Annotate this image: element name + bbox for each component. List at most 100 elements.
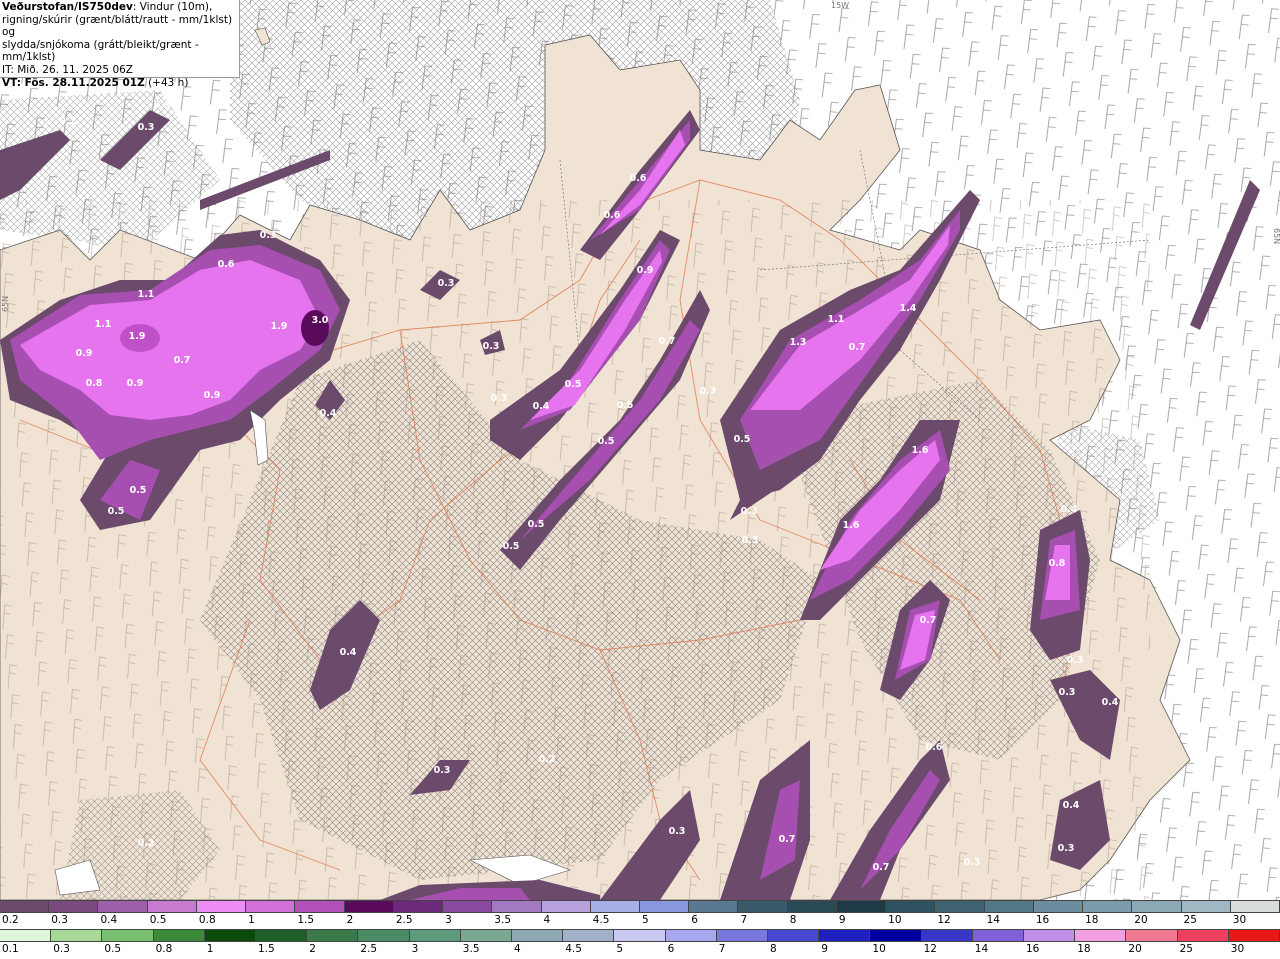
precip-value-label: 0.3 xyxy=(700,386,717,397)
scale-tick-label: 1.5 xyxy=(258,943,275,955)
scale-tick-label: 9 xyxy=(821,943,828,955)
precip-value-label: 0.3 xyxy=(260,230,277,241)
scale-swatch xyxy=(1075,930,1127,941)
scale-tick-label: 12 xyxy=(937,914,951,926)
scale-tick-label: 0.5 xyxy=(149,914,167,926)
precip-value-label: 0.4 xyxy=(1063,800,1080,811)
scale-tick-label: 1 xyxy=(248,914,255,926)
precip-value-label: 0.3 xyxy=(138,122,155,133)
scale-tick-label: 16 xyxy=(1026,943,1040,955)
scale-tick-label: 30 xyxy=(1230,943,1245,955)
precip-value-label: 1.9 xyxy=(129,331,146,342)
snow-scale-bar xyxy=(0,900,1280,913)
scale-tick-label: 12 xyxy=(923,943,937,955)
scale-swatch xyxy=(935,901,985,912)
scale-tick-label: 7 xyxy=(718,943,726,955)
scale-swatch xyxy=(984,901,1034,912)
scale-tick-label: 9 xyxy=(838,914,846,926)
scale-swatch xyxy=(614,930,666,941)
scale-tick-label: 14 xyxy=(974,943,989,955)
precip-value-label: 0.6 xyxy=(218,259,235,270)
precip-value-label: 0.7 xyxy=(920,615,937,626)
precip-value-label: 0.6 xyxy=(926,742,943,753)
precip-value-label: 0.3 xyxy=(1058,843,1075,854)
scale-swatch xyxy=(640,901,690,912)
scale-tick-label: 6 xyxy=(667,943,675,955)
precip-value-label: 0.8 xyxy=(86,378,103,389)
scale-tick-label: 0.3 xyxy=(51,914,68,926)
scale-tick-label: 10 xyxy=(872,943,886,955)
scale-tick-label: 0.8 xyxy=(155,943,173,955)
scale-tick-label: 0.5 xyxy=(104,943,122,955)
scale-swatch xyxy=(51,930,103,941)
scale-swatch xyxy=(1033,901,1084,912)
precip-value-label: 0.3 xyxy=(741,506,758,517)
scale-swatch xyxy=(98,901,148,912)
coord-label-left: 65N xyxy=(1,296,10,312)
precip-value-label: 0.4 xyxy=(533,401,550,412)
rain-scale-bar xyxy=(0,929,1280,942)
scale-tick-label: 4.5 xyxy=(565,943,582,955)
precip-value-label: 0.4 xyxy=(1102,697,1119,708)
scale-tick-label: 2.5 xyxy=(395,914,413,926)
precip-value-label: 0.8 xyxy=(1049,558,1066,569)
precip-value-label: 0.9 xyxy=(204,390,221,401)
precip-value-label: 0.3 xyxy=(1067,655,1084,666)
scale-swatch xyxy=(1024,930,1076,941)
precip-value-label: 3.0 xyxy=(312,315,329,326)
precip-value-label: 0.2 xyxy=(138,838,155,849)
snow-color-scale: 0.2 0.3 0.4 0.5 0.8 1 1.5 2 2.5 3 3.5 4 4.5 5 6 7 8 9 10 12… xyxy=(0,900,1280,930)
scale-swatch xyxy=(409,930,461,941)
scale-tick-label: 6 xyxy=(691,914,698,926)
scale-swatch xyxy=(1228,930,1280,941)
scale-tick-label: 16 xyxy=(1035,914,1050,926)
precip-value-label: 0.3 xyxy=(434,765,451,776)
precip-value-label: 0.2 xyxy=(60,116,77,127)
scale-tick-label: 0.4 xyxy=(100,914,118,926)
source-title: Veðurstofan/IS750dev xyxy=(2,1,133,13)
scale-swatch xyxy=(153,930,205,941)
precip-value-label: 0.5 xyxy=(734,434,751,445)
title-line1: : Vindur (10m), xyxy=(132,1,213,13)
scale-swatch xyxy=(0,930,52,941)
precip-value-label: 0.4 xyxy=(1061,504,1078,515)
scale-tick-label: 8 xyxy=(770,943,777,955)
issued-time: IT: Mið. 26. 11. 2025 06Z xyxy=(2,63,133,76)
scale-swatch xyxy=(147,901,197,912)
title-line3: slydda/snjókoma (grátt/bleikt/grænt - mm… xyxy=(2,38,199,64)
scale-tick-label: 1 xyxy=(206,943,214,955)
scale-tick-label: 0.1 xyxy=(2,943,19,955)
scale-tick-label: 5 xyxy=(642,914,649,926)
scale-swatch xyxy=(344,901,394,912)
precip-value-label: 0.7 xyxy=(174,355,191,366)
scale-tick-label: 7 xyxy=(740,914,748,926)
scale-tick-label: 10 xyxy=(888,914,902,926)
scale-tick-label: 1.5 xyxy=(297,914,315,926)
scale-swatch xyxy=(590,901,640,912)
precip-value-label: 0.5 xyxy=(130,485,147,496)
precip-value-label: 0.6 xyxy=(630,173,647,184)
scale-swatch xyxy=(921,930,973,941)
weather-map: 15W 65N 65N 0.3 0.2 0.3 0.3 0.6 1.1 1.1 1.9 0.9 0… xyxy=(0,0,1280,900)
precip-value-label: 0.7 xyxy=(873,862,890,873)
precip-value-label: 0.3 xyxy=(483,341,500,352)
scale-swatch xyxy=(972,930,1024,941)
precip-value-label: 0.4 xyxy=(340,647,357,658)
precip-value-label: 0.5 xyxy=(503,541,520,552)
scale-swatch xyxy=(787,901,837,912)
scale-swatch xyxy=(870,930,922,941)
scale-swatch xyxy=(1083,901,1133,912)
scale-swatch xyxy=(689,901,739,912)
scale-tick-label: 2 xyxy=(309,943,316,955)
scale-swatch xyxy=(1132,901,1182,912)
scale-tick-label: 20 xyxy=(1128,943,1142,955)
scale-swatch xyxy=(836,901,887,912)
scale-swatch xyxy=(492,901,542,912)
precip-value-label: 1.1 xyxy=(95,319,112,330)
precip-value-label: 1.1 xyxy=(828,314,845,325)
precip-value-label: 0.5 xyxy=(108,506,125,517)
scale-swatch xyxy=(295,901,345,912)
scale-swatch xyxy=(665,930,717,941)
scale-swatch xyxy=(204,930,256,941)
scale-swatch xyxy=(1126,930,1178,941)
